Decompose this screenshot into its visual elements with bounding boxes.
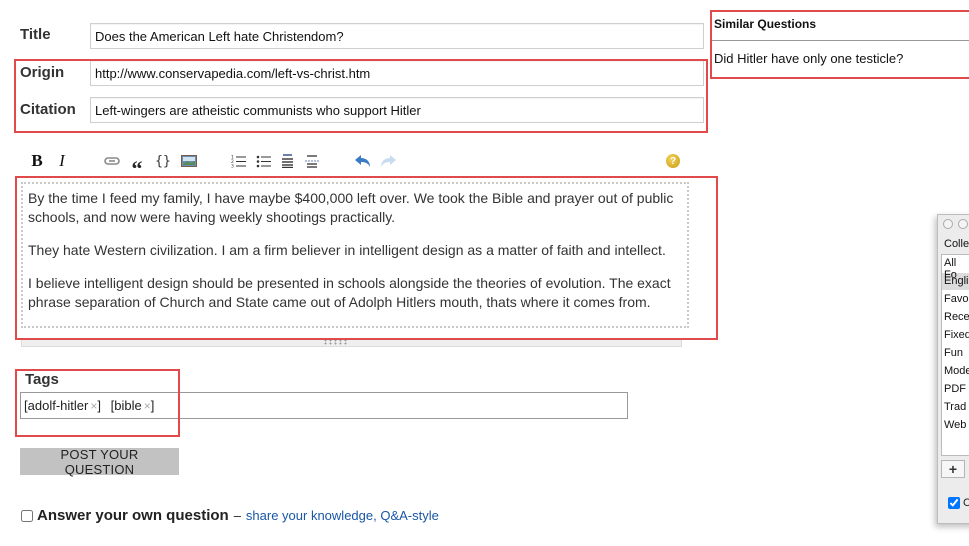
window-close-icon[interactable] [943, 219, 953, 229]
bold-button[interactable]: B [29, 151, 45, 170]
image-button[interactable] [180, 152, 197, 170]
collection-item[interactable]: PDF [944, 383, 966, 395]
side-checkbox-label: C [963, 497, 969, 509]
heading-icon [282, 154, 293, 168]
code-icon: {} [155, 153, 171, 169]
help-button[interactable]: ? [664, 152, 682, 170]
undo-icon [355, 154, 370, 167]
collection-item[interactable]: Fixed [944, 329, 969, 341]
image-icon [180, 155, 197, 167]
highlight-tags [15, 369, 180, 437]
highlight-similar-questions [710, 10, 969, 79]
post-question-button[interactable]: POST YOUR QUESTION [20, 447, 179, 477]
title-label: Title [20, 26, 51, 43]
redo-button[interactable] [379, 152, 397, 170]
answer-own-link[interactable]: share your knowledge, Q&A-style [246, 508, 439, 523]
highlight-editor [15, 176, 718, 340]
side-window-checkbox[interactable] [948, 497, 960, 509]
collection-item[interactable]: Web [944, 419, 966, 431]
italic-button[interactable]: I [55, 151, 69, 170]
numbered-list-button[interactable]: 123 [230, 152, 246, 170]
collections-header: Colle [944, 238, 969, 250]
add-collection-button[interactable]: + [941, 460, 965, 478]
collection-item[interactable]: Mode [944, 365, 969, 377]
answer-own-row: Answer your own question – share your kn… [21, 507, 439, 524]
collection-item[interactable]: Favo [944, 293, 968, 305]
window-minimize-icon[interactable] [958, 219, 968, 229]
redo-icon [381, 154, 396, 167]
highlight-origin-citation [14, 59, 708, 133]
horizontal-rule-button[interactable] [304, 152, 320, 170]
title-input[interactable]: Does the American Left hate Christendom? [90, 23, 704, 49]
link-button[interactable] [103, 152, 121, 170]
collection-item[interactable]: Rece [944, 311, 969, 323]
horizontal-rule-icon [305, 155, 319, 168]
heading-button[interactable] [280, 152, 295, 170]
svg-text:3: 3 [231, 164, 234, 169]
collection-item[interactable]: Trad [944, 401, 966, 413]
side-checkbox-row: C [948, 497, 969, 509]
help-icon: ? [666, 154, 680, 168]
dash-separator: – [233, 508, 241, 523]
undo-button[interactable] [354, 152, 372, 170]
collection-item[interactable]: Engli [944, 275, 968, 287]
code-button[interactable]: {} [154, 152, 172, 170]
collection-item[interactable]: Fun [944, 347, 963, 359]
bulleted-list-button[interactable] [255, 152, 271, 170]
numbered-list-icon: 123 [231, 155, 246, 169]
answer-own-checkbox[interactable] [21, 509, 33, 522]
bulleted-list-icon [256, 155, 271, 168]
answer-own-label[interactable]: Answer your own question [37, 507, 229, 524]
link-icon [104, 157, 120, 165]
blockquote-button[interactable]: “ [129, 152, 145, 181]
